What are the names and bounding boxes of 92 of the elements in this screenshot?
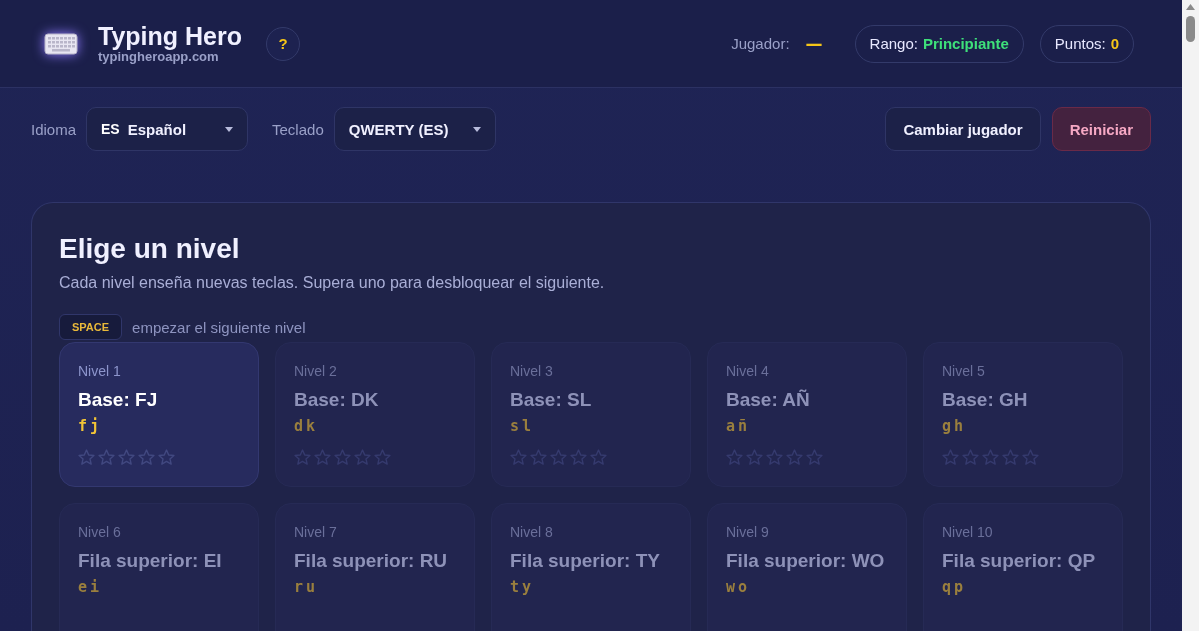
star-icon <box>550 449 567 466</box>
level-keys: ei <box>78 578 103 596</box>
level-number: Nivel 6 <box>78 524 121 540</box>
level-name: Fila superior: RU <box>294 550 448 572</box>
keyboard-label: Teclado <box>272 120 324 138</box>
star-icon <box>726 449 743 466</box>
level-keys: ty <box>510 578 535 596</box>
level-number: Nivel 9 <box>726 524 769 540</box>
change-player-button[interactable]: Cambiar jugador <box>885 107 1041 151</box>
level-number: Nivel 2 <box>294 363 337 379</box>
language-select[interactable]: ES Español <box>86 107 249 151</box>
level-name: Fila superior: WO <box>726 550 885 572</box>
app-domain: typingheroapp.com <box>98 49 220 64</box>
level-card[interactable]: Nivel 3 Base: SL sl <box>491 342 691 487</box>
level-keys: qp <box>942 578 967 596</box>
level-number: Nivel 1 <box>78 363 121 379</box>
keyboard-select[interactable]: QWERTY (ES) <box>333 107 496 151</box>
points-label: Puntos: <box>1054 35 1106 52</box>
level-keys: dk <box>294 417 319 435</box>
rank-value: Principiante <box>922 35 1009 52</box>
star-icon <box>806 449 823 466</box>
star-icon <box>78 449 95 466</box>
level-name: Base: FJ <box>78 389 158 411</box>
panel-description: Cada nivel enseña nuevas teclas. Supera uno para desbloquear el siguiente. <box>59 274 606 292</box>
star-icon <box>158 449 175 466</box>
star-icon <box>530 449 547 466</box>
player-label: Jugador: <box>731 35 790 52</box>
level-number: Nivel 5 <box>942 363 985 379</box>
level-card[interactable]: Nivel 4 Base: AÑ añ <box>707 342 907 487</box>
star-icon <box>982 449 999 466</box>
level-keys: gh <box>942 417 967 435</box>
hint-text: empezar el siguiente nivel <box>132 318 306 336</box>
panel-title: Elige un nivel <box>59 233 241 265</box>
level-name: Fila superior: TY <box>510 550 660 572</box>
level-name: Fila superior: QP <box>942 550 1096 572</box>
rank-label: Rango: <box>869 35 918 52</box>
star-icon <box>746 449 763 466</box>
level-card[interactable]: Nivel 2 Base: DK dk <box>275 342 475 487</box>
level-number: Nivel 4 <box>726 363 769 379</box>
keycap: SPACE <box>59 314 123 340</box>
star-icon <box>118 449 135 466</box>
level-keys: sl <box>510 417 535 435</box>
level-card[interactable]: Nivel 5 Base: GH gh <box>923 342 1123 487</box>
star-icon <box>570 449 587 466</box>
level-number: Nivel 7 <box>294 524 337 540</box>
level-keys: añ <box>726 417 751 435</box>
level-name: Base: DK <box>294 389 379 411</box>
points-value: 0 <box>1110 35 1119 52</box>
star-icon <box>138 449 155 466</box>
star-icon <box>334 449 351 466</box>
level-keys: fj <box>78 417 103 435</box>
level-number: Nivel 10 <box>942 524 993 540</box>
star-icon <box>374 449 391 466</box>
level-name: Base: AÑ <box>726 389 810 411</box>
star-icon <box>314 449 331 466</box>
player-value: — <box>805 33 823 54</box>
language-value: Español <box>127 120 188 138</box>
star-icon <box>962 449 979 466</box>
scroll-thumb[interactable] <box>1186 16 1195 42</box>
star-icon <box>590 449 607 466</box>
app-title: Typing Hero <box>98 23 242 49</box>
keyboard-value: QWERTY (ES) <box>348 120 450 138</box>
keyboard-icon <box>44 32 78 55</box>
level-card[interactable]: Nivel 8 Fila superior: TY ty <box>491 503 691 631</box>
star-icon <box>1002 449 1019 466</box>
star-icon <box>786 449 803 466</box>
star-icon <box>510 449 527 466</box>
level-keys: ru <box>294 578 319 596</box>
caret-icon <box>225 126 234 132</box>
level-number: Nivel 3 <box>510 363 553 379</box>
star-icon <box>98 449 115 466</box>
level-card[interactable]: Nivel 6 Fila superior: EI ei <box>59 503 259 631</box>
star-icon <box>942 449 959 466</box>
level-number: Nivel 8 <box>510 524 553 540</box>
star-icon <box>294 449 311 466</box>
flag-code: ES <box>101 121 120 137</box>
level-keys: wo <box>726 578 751 596</box>
level-card[interactable]: Nivel 10 Fila superior: QP qp <box>923 503 1123 631</box>
star-icon <box>766 449 783 466</box>
language-label: Idioma <box>31 120 77 138</box>
scroll-up-icon[interactable] <box>1186 4 1195 10</box>
level-card[interactable]: Nivel 9 Fila superior: WO wo <box>707 503 907 631</box>
caret-icon <box>472 126 481 132</box>
level-name: Base: SL <box>510 389 592 411</box>
help-button[interactable]: ? <box>266 26 300 61</box>
reset-button[interactable]: Reiniciar <box>1051 107 1151 151</box>
star-icon <box>1022 449 1039 466</box>
level-name: Base: GH <box>942 389 1028 411</box>
level-card[interactable]: Nivel 7 Fila superior: RU ru <box>275 503 475 631</box>
level-card[interactable]: Nivel 1 Base: FJ fj <box>59 342 259 487</box>
star-icon <box>354 449 371 466</box>
level-name: Fila superior: EI <box>78 550 222 572</box>
